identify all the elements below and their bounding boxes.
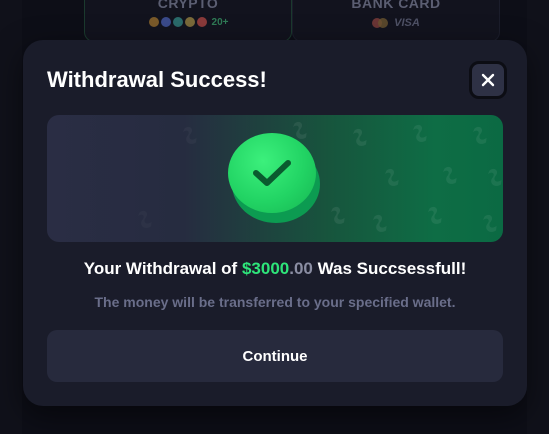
success-banner (47, 115, 503, 242)
close-icon (481, 73, 495, 87)
ethereum-icon (160, 17, 171, 28)
crypto-coin-icons: 20+ (85, 17, 291, 28)
success-message-prefix: Your Withdrawal of (83, 259, 242, 278)
withdrawal-amount: $3000 (241, 259, 290, 278)
mastercard-icon (372, 18, 389, 28)
success-check-badge (228, 133, 322, 227)
continue-button[interactable]: Continue (47, 330, 503, 382)
bnb-icon (184, 17, 195, 28)
background-side-right (527, 0, 549, 434)
tron-icon (196, 17, 207, 28)
bitcoin-icon (148, 17, 159, 28)
payment-option-crypto[interactable]: CRYPTO 20+ (84, 0, 292, 42)
crypto-count: 20+ (211, 17, 229, 28)
success-message: Your Withdrawal of $3000.00 Was Succsess… (23, 259, 527, 279)
withdrawal-success-modal: Withdrawal Success! Your Withdrawal of $… (23, 40, 527, 406)
payment-option-crypto-label: CRYPTO (157, 0, 219, 11)
close-button[interactable] (469, 61, 507, 99)
payment-option-bank-card-label: BANK CARD (351, 0, 441, 11)
modal-title: Withdrawal Success! (47, 67, 267, 92)
tether-icon (172, 17, 183, 28)
transfer-info-text: The money will be transferred to your sp… (94, 294, 456, 310)
background-side-left (0, 0, 22, 434)
withdrawal-amount-cents: .00 (289, 259, 313, 278)
success-message-suffix: Was Succsessfull! (312, 259, 467, 278)
payment-option-bank-card[interactable]: BANK CARD VISA (292, 0, 500, 42)
check-badge-face (228, 133, 316, 213)
checkmark-icon (253, 160, 291, 186)
visa-logo: VISA (394, 17, 420, 29)
card-brand-icons: VISA (293, 17, 499, 29)
